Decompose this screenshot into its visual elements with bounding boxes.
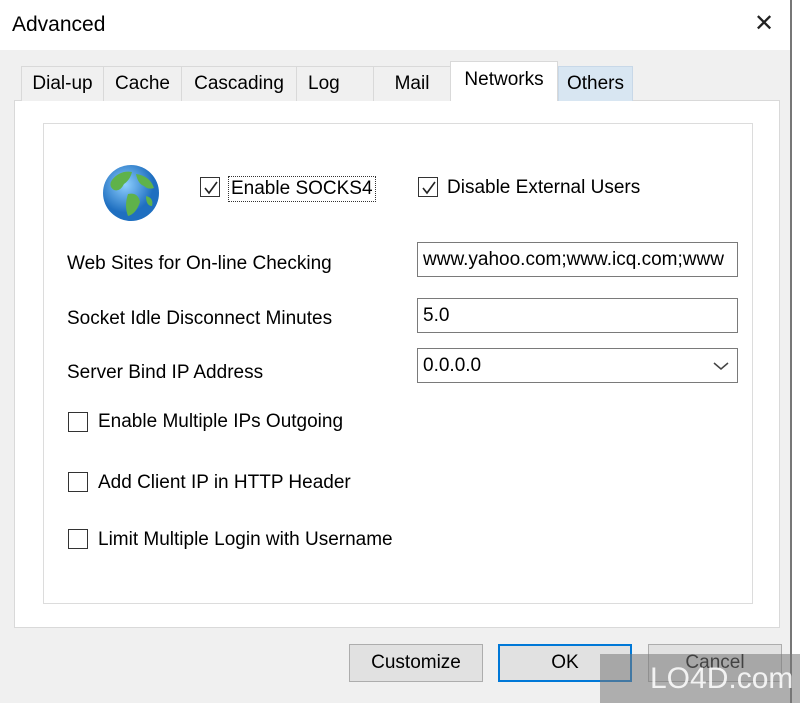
bind-ip-label: Server Bind IP Address: [67, 362, 264, 383]
close-icon[interactable]: ✕: [740, 4, 788, 44]
web-sites-input[interactable]: www.yahoo.com;www.icq.com;www: [417, 242, 738, 277]
tab-label: Others: [566, 73, 625, 94]
limit-login-label[interactable]: Limit Multiple Login with Username: [98, 529, 393, 551]
multiple-ips-label[interactable]: Enable Multiple IPs Outgoing: [98, 411, 343, 433]
tab-label: Networks: [464, 69, 544, 90]
watermark-text: LO4D.com: [650, 662, 794, 695]
limit-login-checkbox[interactable]: [68, 529, 88, 549]
watermark-logo: LO4D.com: [600, 654, 800, 703]
tab-label: Dial-up: [32, 73, 93, 94]
disable-external-users-label[interactable]: Disable External Users: [447, 177, 640, 199]
bind-ip-select[interactable]: 0.0.0.0: [417, 348, 738, 383]
multiple-ips-checkbox[interactable]: [68, 412, 88, 432]
tab-label: Log: [308, 73, 340, 94]
window-title: Advanced: [12, 13, 106, 36]
tab-label: Cache: [115, 73, 170, 94]
client-ip-checkbox[interactable]: [68, 472, 88, 492]
enable-socks4-label[interactable]: Enable SOCKS4: [228, 176, 376, 202]
tab-cascading[interactable]: Cascading: [181, 66, 297, 101]
advanced-dialog: Advanced ✕ Dial-up Cache Cascading Log M…: [0, 0, 792, 703]
tab-mail[interactable]: Mail: [373, 66, 451, 101]
customize-button[interactable]: Customize: [349, 644, 483, 682]
tab-log[interactable]: Log: [296, 66, 374, 101]
tab-label: Cascading: [194, 73, 284, 94]
idle-minutes-input[interactable]: 5.0: [417, 298, 738, 333]
globe-icon: [103, 165, 159, 221]
idle-minutes-label: Socket Idle Disconnect Minutes: [67, 308, 333, 329]
disable-external-users-checkbox[interactable]: [418, 177, 438, 197]
title-bar: Advanced ✕: [0, 0, 790, 50]
chevron-down-icon: [713, 362, 729, 370]
enable-socks4-checkbox[interactable]: [200, 177, 220, 197]
client-ip-label[interactable]: Add Client IP in HTTP Header: [98, 472, 351, 494]
tab-cache[interactable]: Cache: [103, 66, 182, 101]
tab-others[interactable]: Others: [558, 66, 633, 101]
tab-networks[interactable]: Networks: [450, 61, 558, 101]
bind-ip-value: 0.0.0.0: [423, 355, 482, 376]
web-sites-label: Web Sites for On-line Checking: [67, 253, 332, 274]
tab-label: Mail: [394, 73, 430, 94]
tab-dial-up[interactable]: Dial-up: [21, 66, 104, 101]
